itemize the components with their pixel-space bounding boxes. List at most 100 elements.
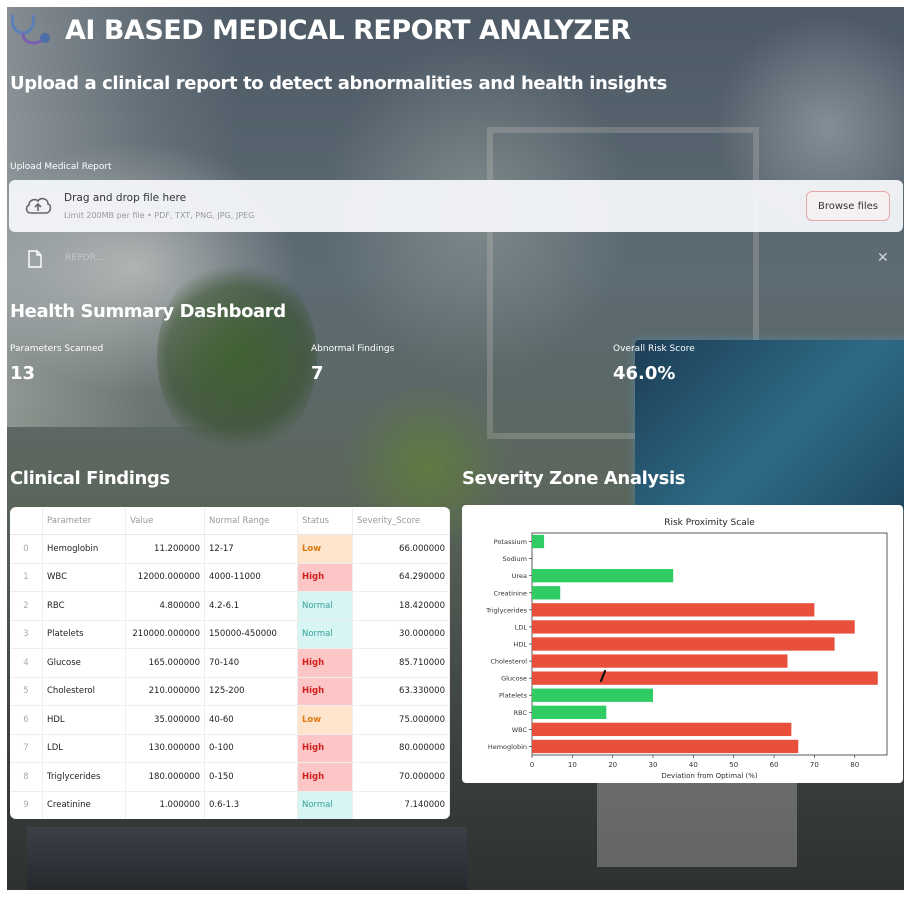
table-header-row: Parameter Value Normal Range Status Seve… [10, 507, 450, 535]
table-row[interactable]: 3 Platelets 210000.000000 150000-450000 Norm… [10, 620, 450, 649]
severity-chart-card: Risk Proximity Scale Potassium Sodium Urea C… [462, 505, 903, 783]
table-row[interactable]: 6 HDL 35.000000 40-60 Low 75.000000 [10, 705, 450, 735]
status-cell: Low [297, 705, 353, 735]
y-tick-label: Hemoglobin [488, 743, 527, 751]
background-window [487, 127, 759, 439]
table-row[interactable]: 2 RBC 4.800000 4.2-6.1 Normal 18.420000 [10, 591, 450, 621]
metric-label-abnormal: Abnormal Findings [311, 344, 395, 354]
severity-score-cell: 18.420000 [352, 591, 450, 621]
x-tick-label: 60 [770, 761, 779, 769]
table-row[interactable]: 9 Creatinine 1.000000 0.6-1.3 Normal 7.140000 [10, 791, 450, 819]
row-index: 9 [10, 791, 43, 819]
column-header-status[interactable]: Status [297, 507, 353, 535]
app-background: AI BASED MEDICAL REPORT ANALYZER Upload … [7, 7, 904, 890]
parameter-cell: Platelets [42, 620, 126, 649]
normal-range-cell: 125-200 [204, 677, 298, 706]
table-row[interactable]: 8 Triglycerides 180.000000 0-150 High 70.0000… [10, 762, 450, 792]
y-tick-label: Creatinine [494, 589, 527, 597]
table-row[interactable]: 1 WBC 12000.000000 4000-11000 High 64.290000 [10, 563, 450, 592]
row-index: 0 [10, 534, 43, 564]
parameter-cell: Hemoglobin [42, 534, 126, 564]
severity-score-cell: 30.000000 [352, 620, 450, 649]
status-cell: Normal [297, 620, 353, 649]
bar-urea [532, 569, 674, 583]
y-tick-label: Potassium [494, 538, 527, 546]
bar-creatinine [532, 586, 561, 600]
x-tick-label: 50 [729, 761, 738, 769]
severity-score-cell: 80.000000 [352, 734, 450, 763]
column-header-severity-score[interactable]: Severity_Score [352, 507, 450, 535]
value-cell: 130.000000 [125, 734, 205, 763]
x-tick-label: 10 [568, 761, 577, 769]
normal-range-cell: 70-140 [204, 648, 298, 678]
value-cell: 1.000000 [125, 791, 205, 819]
bar-wbc [532, 722, 792, 737]
value-cell: 210.000000 [125, 677, 205, 706]
row-index: 8 [10, 762, 43, 792]
value-cell: 180.000000 [125, 762, 205, 792]
bar-hemoglobin [532, 739, 799, 754]
remove-file-icon[interactable]: ✕ [877, 250, 889, 266]
parameter-cell: Cholesterol [42, 677, 126, 706]
bar-hdl [532, 637, 835, 651]
table-row[interactable]: 7 LDL 130.000000 0-100 High 80.000000 [10, 734, 450, 763]
metric-label-parameters: Parameters Scanned [10, 344, 104, 354]
status-cell: High [297, 563, 353, 592]
status-cell: Normal [297, 791, 353, 819]
column-header-parameter[interactable]: Parameter [42, 507, 126, 535]
severity-score-cell: 64.290000 [352, 563, 450, 592]
y-tick-label: LDL [515, 623, 528, 631]
file-limit-text: Limit 200MB per file • PDF, TXT, PNG, JP… [64, 211, 255, 220]
bar-potassium [532, 534, 545, 549]
browse-files-button[interactable]: Browse files [806, 191, 890, 221]
status-cell: High [297, 677, 353, 706]
parameter-cell: WBC [42, 563, 126, 592]
x-tick-label: 0 [530, 761, 534, 769]
findings-table[interactable]: Parameter Value Normal Range Status Seve… [10, 507, 450, 819]
app-subtitle: Upload a clinical report to detect abnor… [10, 73, 667, 94]
chart-title: Risk Proximity Scale [664, 518, 755, 528]
severity-score-cell: 66.000000 [352, 534, 450, 564]
uploaded-file-name: REPOR... [65, 253, 104, 263]
severity-score-cell: 75.000000 [352, 705, 450, 735]
table-row[interactable]: 0 Hemoglobin 11.200000 12-17 Low 66.000000 [10, 534, 450, 564]
column-header-value[interactable]: Value [125, 507, 205, 535]
risk-proximity-chart: Risk Proximity Scale Potassium Sodium Urea C… [485, 518, 888, 780]
app-title: AI BASED MEDICAL REPORT ANALYZER [65, 15, 631, 46]
parameter-cell: Creatinine [42, 791, 126, 819]
normal-range-cell: 0-150 [204, 762, 298, 792]
y-tick-label: WBC [512, 726, 528, 734]
upload-label: Upload Medical Report [10, 162, 112, 172]
y-tick-label: RBC [514, 709, 528, 717]
table-row[interactable]: 4 Glucose 165.000000 70-140 High 85.710000 [10, 648, 450, 678]
row-index: 3 [10, 620, 43, 649]
column-header-index[interactable] [10, 507, 43, 535]
row-index: 7 [10, 734, 43, 763]
y-tick-label: HDL [513, 641, 527, 649]
x-tick-label: 30 [649, 761, 658, 769]
y-tick-label: Platelets [499, 692, 528, 700]
parameter-cell: HDL [42, 705, 126, 735]
file-dropzone[interactable]: Drag and drop file here Limit 200MB per … [9, 180, 903, 232]
table-row[interactable]: 5 Cholesterol 210.000000 125-200 High 63.3300… [10, 677, 450, 706]
background-laptop [27, 827, 467, 890]
clinical-findings-title: Clinical Findings [10, 468, 170, 489]
status-cell: Normal [297, 591, 353, 621]
y-tick-label: Glucose [501, 675, 527, 683]
row-index: 5 [10, 677, 43, 706]
value-cell: 35.000000 [125, 705, 205, 735]
metric-label-risk: Overall Risk Score [613, 344, 695, 354]
parameter-cell: LDL [42, 734, 126, 763]
status-cell: High [297, 762, 353, 792]
drag-drop-text: Drag and drop file here [64, 192, 187, 204]
parameter-cell: RBC [42, 591, 126, 621]
x-tick-label: 20 [608, 761, 617, 769]
column-header-normal-range[interactable]: Normal Range [204, 507, 298, 535]
status-cell: High [297, 734, 353, 763]
metric-value-parameters: 13 [10, 363, 36, 384]
status-cell: Low [297, 534, 353, 564]
y-tick-label: Cholesterol [490, 658, 527, 666]
normal-range-cell: 12-17 [204, 534, 298, 564]
x-tick-label: 80 [850, 761, 859, 769]
bar-rbc [532, 705, 607, 719]
